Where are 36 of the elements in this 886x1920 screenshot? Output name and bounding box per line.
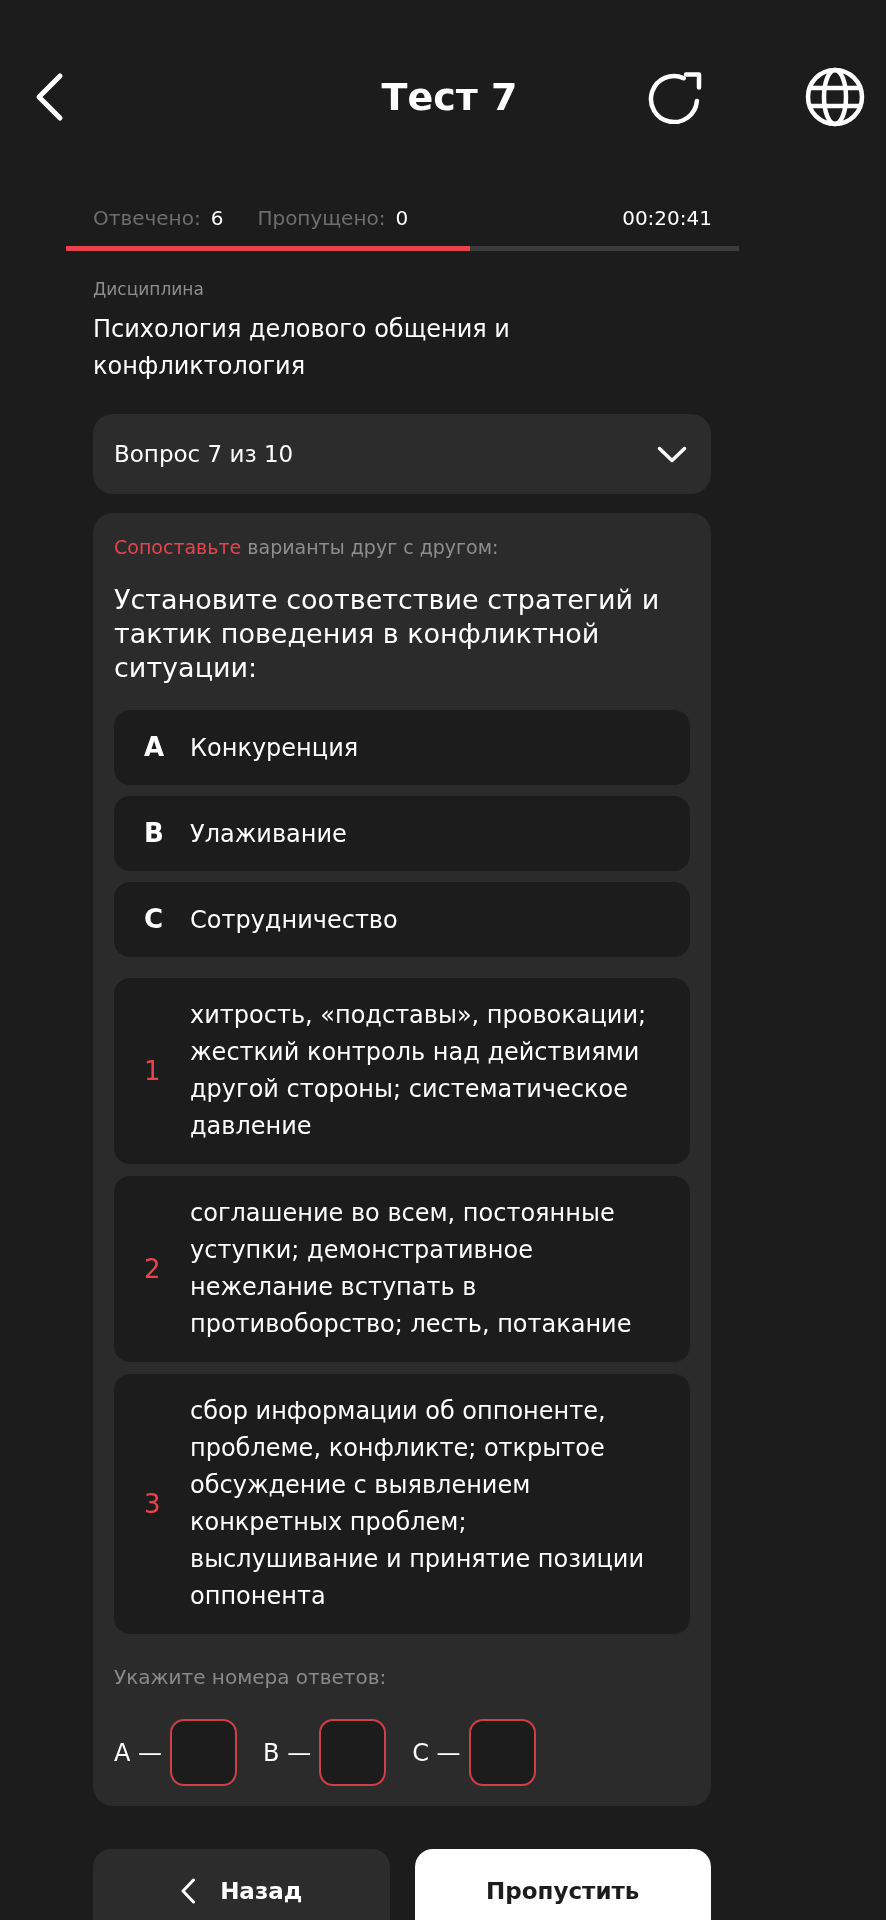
discipline-name: Психология делового общения и конфликтология — [93, 314, 511, 382]
match-text: соглашение во всем, постоянные уступки; демонстративное нежелание вступать в противоборство; лесть, потакание — [190, 1198, 633, 1340]
back-icon[interactable] — [34, 72, 64, 122]
globe-icon[interactable] — [805, 67, 865, 127]
option-letter: C — [144, 903, 165, 936]
match-number: 2 — [144, 1252, 162, 1286]
answer-label: A — — [114, 1737, 163, 1769]
match-number: 3 — [144, 1487, 162, 1521]
option-text: Конкуренция — [190, 732, 359, 764]
skip-button[interactable]: Пропустить — [414, 1849, 711, 1920]
match-text: хитрость, «подставы», провокации; жесткий контроль над действиями другой стороны; систематическое давление — [190, 1000, 648, 1142]
answer-prompt: Укажите номера ответов: — [114, 1665, 388, 1689]
page-title: Тест 7 — [381, 74, 518, 121]
answer-box[interactable] — [468, 1719, 536, 1786]
option-letter: B — [144, 817, 165, 850]
question-text: Установите соответствие стратегий и тактик поведения в конфликтной ситуации: — [114, 583, 661, 685]
question-dropdown[interactable]: Вопрос 7 из 10 — [93, 414, 711, 494]
match-text: сбор информации об оппоненте, проблеме, конфликте; открытое обсуждение с выявлением конкретных проблем; выслушивание и принятие позиции оппонента — [190, 1396, 646, 1612]
answer-box[interactable] — [170, 1719, 238, 1786]
answer-label: B — — [263, 1737, 312, 1769]
chevron-left-icon — [180, 1878, 197, 1904]
answered-label: Отвечено: — [93, 205, 201, 232]
option-text: Улаживание — [190, 818, 347, 850]
skipped-count: 0 — [395, 205, 409, 232]
refresh-icon[interactable] — [647, 70, 703, 124]
option-text: Сотрудничество — [190, 904, 398, 936]
option-letter: A — [144, 731, 166, 764]
answered-count: 6 — [210, 205, 224, 232]
answer-label: C — — [412, 1737, 461, 1769]
timer-text: 00:20:41 — [622, 205, 712, 232]
back-button[interactable]: Назад — [93, 1849, 390, 1920]
skipped-label: Пропущено: — [257, 205, 386, 232]
match-number: 1 — [144, 1054, 162, 1088]
answer-box[interactable] — [319, 1719, 387, 1786]
instruction-text: Сопоставьте варианты друг с другом: — [114, 535, 500, 559]
discipline-label: Дисциплина — [93, 278, 205, 301]
